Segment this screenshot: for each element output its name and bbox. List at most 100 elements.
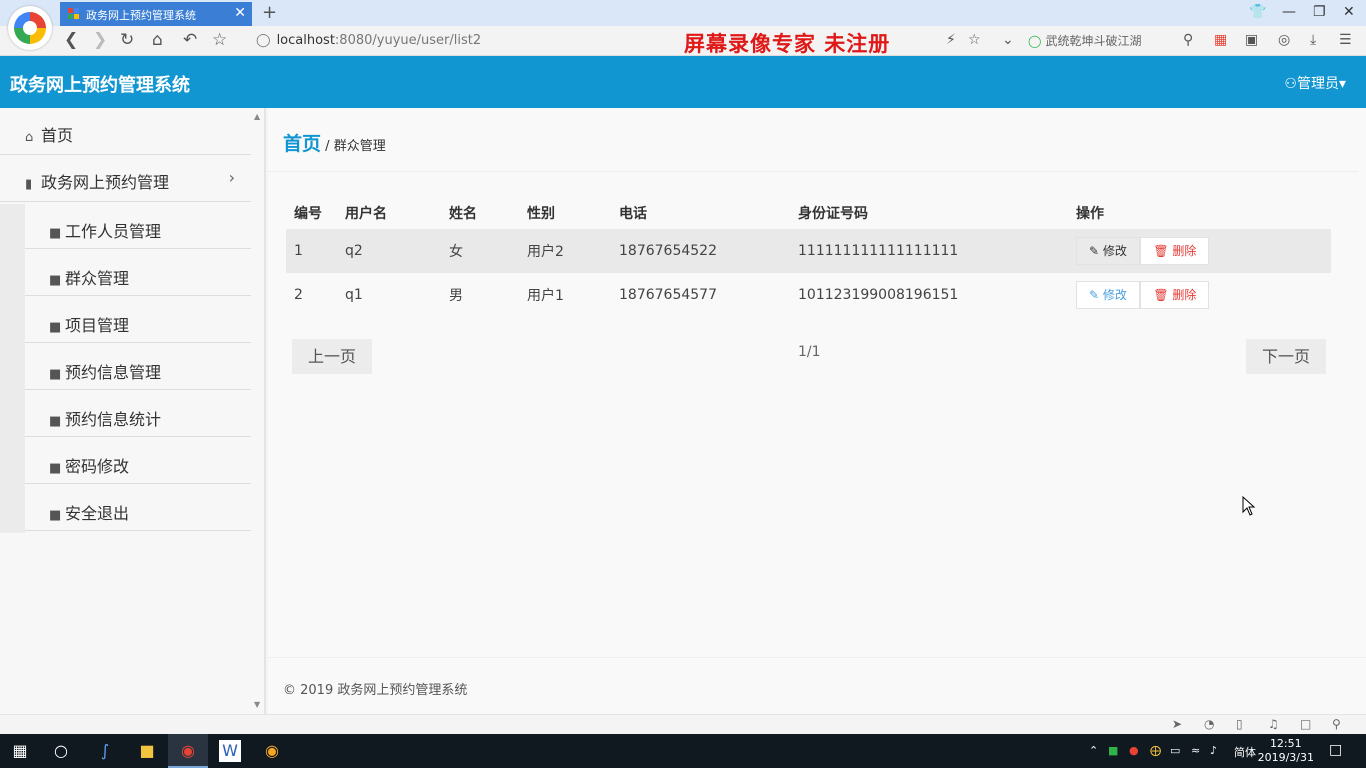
sidebar-item-citizens[interactable]: ■ 群众管理 — [25, 249, 251, 296]
menu-icon[interactable]: ☰ — [1339, 32, 1352, 48]
browser-logo-icon[interactable] — [8, 6, 52, 50]
puzzle-icon: ■ — [49, 273, 62, 288]
tray-app-icon[interactable]: ■ — [1108, 744, 1118, 757]
download-icon[interactable]: ⤓ — [1310, 32, 1316, 48]
sidebar-item-projects[interactable]: ■ 项目管理 — [25, 296, 251, 343]
sidebar-item-statistics[interactable]: ■ 预约信息统计 — [25, 390, 251, 437]
tray-expand-icon[interactable]: ⌃ — [1089, 744, 1098, 757]
new-tab-button[interactable]: + — [262, 2, 277, 23]
col-header-idcard: 身份证号码 — [798, 205, 868, 222]
browser-tab[interactable]: 政务网上预约管理系统 ✕ — [60, 2, 252, 26]
edit-button[interactable]: ✎ 修改 — [1076, 281, 1140, 309]
rocket-icon[interactable]: ➤ — [1172, 717, 1182, 731]
sidebar-group-appointment[interactable]: ▮ 政务网上预约管理 › — [0, 155, 251, 202]
volume-icon[interactable]: ♪ — [1210, 744, 1217, 757]
sidebar-submenu: ■ 工作人员管理 ■ 群众管理 ■ 项目管理 ■ 预约信息管理 ■ 预约信息统计 ■ 密码修… — [25, 202, 251, 531]
delete-button[interactable]: 🗑 删除 — [1140, 237, 1210, 265]
cell-gender: 用户2 — [519, 229, 611, 273]
edit-button[interactable]: ✎ 修改 — [1076, 237, 1140, 265]
sidebar-item-label: 预约信息管理 — [65, 363, 162, 382]
wifi-icon[interactable]: ≈ — [1191, 744, 1200, 757]
sidebar-item-appointments[interactable]: ■ 预约信息管理 — [25, 343, 251, 390]
restore-icon[interactable]: ❐ — [1313, 4, 1326, 20]
minimize-icon[interactable]: — — [1282, 4, 1296, 20]
scroll-down-icon[interactable]: ▼ — [254, 700, 260, 709]
search-input[interactable]: ◯ 武统乾坤斗破江湖 — [1028, 32, 1141, 49]
tray-battery-icon[interactable]: ▭ — [1170, 744, 1180, 757]
forward-icon[interactable]: ❯ — [93, 30, 107, 50]
dropdown-chevron-icon[interactable]: ⌄ — [1002, 32, 1014, 48]
breadcrumb: 首页 / 群众管理 — [283, 129, 386, 156]
tray-plus-icon[interactable]: ⨁ — [1150, 744, 1161, 757]
edit-label: 修改 — [1102, 244, 1127, 258]
home-icon[interactable]: ⌂ — [152, 30, 163, 50]
apps-icon[interactable]: ▦ — [1214, 32, 1227, 48]
edit-label: 修改 — [1102, 288, 1127, 302]
breadcrumb-current: 群众管理 — [333, 139, 386, 154]
ime-indicator[interactable]: 简体 — [1234, 744, 1256, 760]
extension-icon[interactable]: ◎ — [1278, 32, 1290, 48]
cell-phone: 18767654522 — [611, 229, 790, 273]
cell-name: 男 — [449, 288, 463, 304]
sidebar-indent-bar — [0, 204, 25, 533]
paw-icon[interactable]: ◉ — [261, 740, 283, 762]
cell-gender: 用户1 — [527, 288, 564, 304]
breadcrumb-home[interactable]: 首页 — [283, 133, 321, 155]
main-content: 首页 / 群众管理 编号 用户名 姓名 性别 电话 身份证号码 操作 1 q2 … — [268, 108, 1366, 714]
prev-page-button[interactable]: 上一页 — [292, 339, 372, 374]
mouse-cursor-icon — [1242, 496, 1256, 516]
reload-icon[interactable]: ↻ — [120, 30, 134, 50]
cortana-icon[interactable]: ○ — [50, 740, 72, 762]
favorite-icon[interactable]: ☆ — [212, 30, 227, 50]
url-path: :8080/yuyue/user/list2 — [334, 33, 482, 48]
window-icon[interactable]: □ — [1300, 717, 1311, 731]
sidebar-item-password[interactable]: ■ 密码修改 — [25, 437, 251, 484]
sidebar: ▲ ▼ ⌂ 首页 ▮ 政务网上预约管理 › ■ 工作人员管理 ■ 群众管理 ■ 项目管理 … — [0, 108, 266, 714]
col-header-actions: 操作 — [1076, 205, 1104, 222]
delete-label: 删除 — [1172, 288, 1197, 302]
sidebar-item-logout[interactable]: ■ 安全退出 — [25, 484, 251, 531]
close-icon[interactable]: ✕ — [234, 5, 246, 21]
search-icon[interactable]: ⚲ — [1183, 32, 1193, 48]
zoom-icon[interactable]: ⚲ — [1332, 717, 1341, 731]
col-header-gender: 性别 — [527, 205, 555, 222]
undo-icon[interactable]: ↶ — [183, 30, 197, 50]
sidebar-item-label: 群众管理 — [65, 269, 130, 288]
sidebar-item-label: 预约信息统计 — [65, 410, 162, 429]
bookmark-star-icon[interactable]: ☆ — [968, 32, 981, 48]
search-engine-icon: ◯ — [1028, 34, 1042, 48]
browser-taskbar-icon[interactable]: ◉ — [177, 740, 199, 762]
back-icon[interactable]: ❮ — [64, 30, 78, 50]
delete-button[interactable]: 🗑 删除 — [1140, 281, 1210, 309]
delete-label: 删除 — [1172, 244, 1197, 258]
folder-icon[interactable]: ■ — [136, 740, 158, 762]
window-close-icon[interactable]: ✕ — [1343, 4, 1355, 20]
next-page-button[interactable]: 下一页 — [1246, 339, 1326, 374]
sidebar-item-staff[interactable]: ■ 工作人员管理 — [25, 202, 251, 249]
windows-start-icon[interactable]: ▦ — [9, 740, 31, 762]
table-row: 1 q2 女 用户2 18767654522 11111111111111111… — [286, 229, 1331, 273]
chevron-right-icon: › — [228, 168, 235, 187]
tray-recorder-icon[interactable]: ● — [1129, 744, 1139, 757]
speed-icon[interactable]: ◔ — [1204, 717, 1214, 731]
sound-icon[interactable]: ♫ — [1268, 717, 1279, 731]
footer-copyright: © 2019 政务网上预约管理系统 — [283, 683, 468, 698]
user-menu[interactable]: ⚇管理员▾ — [1284, 73, 1346, 93]
notification-icon[interactable]: □ — [1329, 742, 1342, 758]
app-s-icon[interactable]: ∫ — [94, 740, 116, 762]
skin-icon[interactable]: 👕 — [1249, 4, 1266, 20]
scroll-up-icon[interactable]: ▲ — [254, 112, 260, 121]
system-clock[interactable]: 12:51 2019/3/31 — [1258, 737, 1314, 765]
table-header-row: 编号 用户名 姓名 性别 电话 身份证号码 操作 — [286, 196, 1331, 229]
file-icon: ▮ — [25, 177, 33, 192]
trash-icon[interactable]: ▯ — [1236, 717, 1243, 731]
col-header-phone: 电话 — [619, 205, 647, 222]
search-placeholder: 武统乾坤斗破江湖 — [1045, 34, 1142, 48]
url-host: localhost — [276, 33, 335, 48]
divider — [268, 171, 1358, 172]
url-field[interactable]: ◯ localhost:8080/yuyue/user/list2 — [256, 33, 481, 48]
sidebar-item-home[interactable]: ⌂ 首页 — [0, 108, 251, 155]
lightning-icon[interactable]: ⚡ — [946, 32, 956, 48]
word-icon[interactable]: W — [219, 740, 241, 762]
qrcode-icon[interactable]: ▣ — [1245, 32, 1258, 48]
